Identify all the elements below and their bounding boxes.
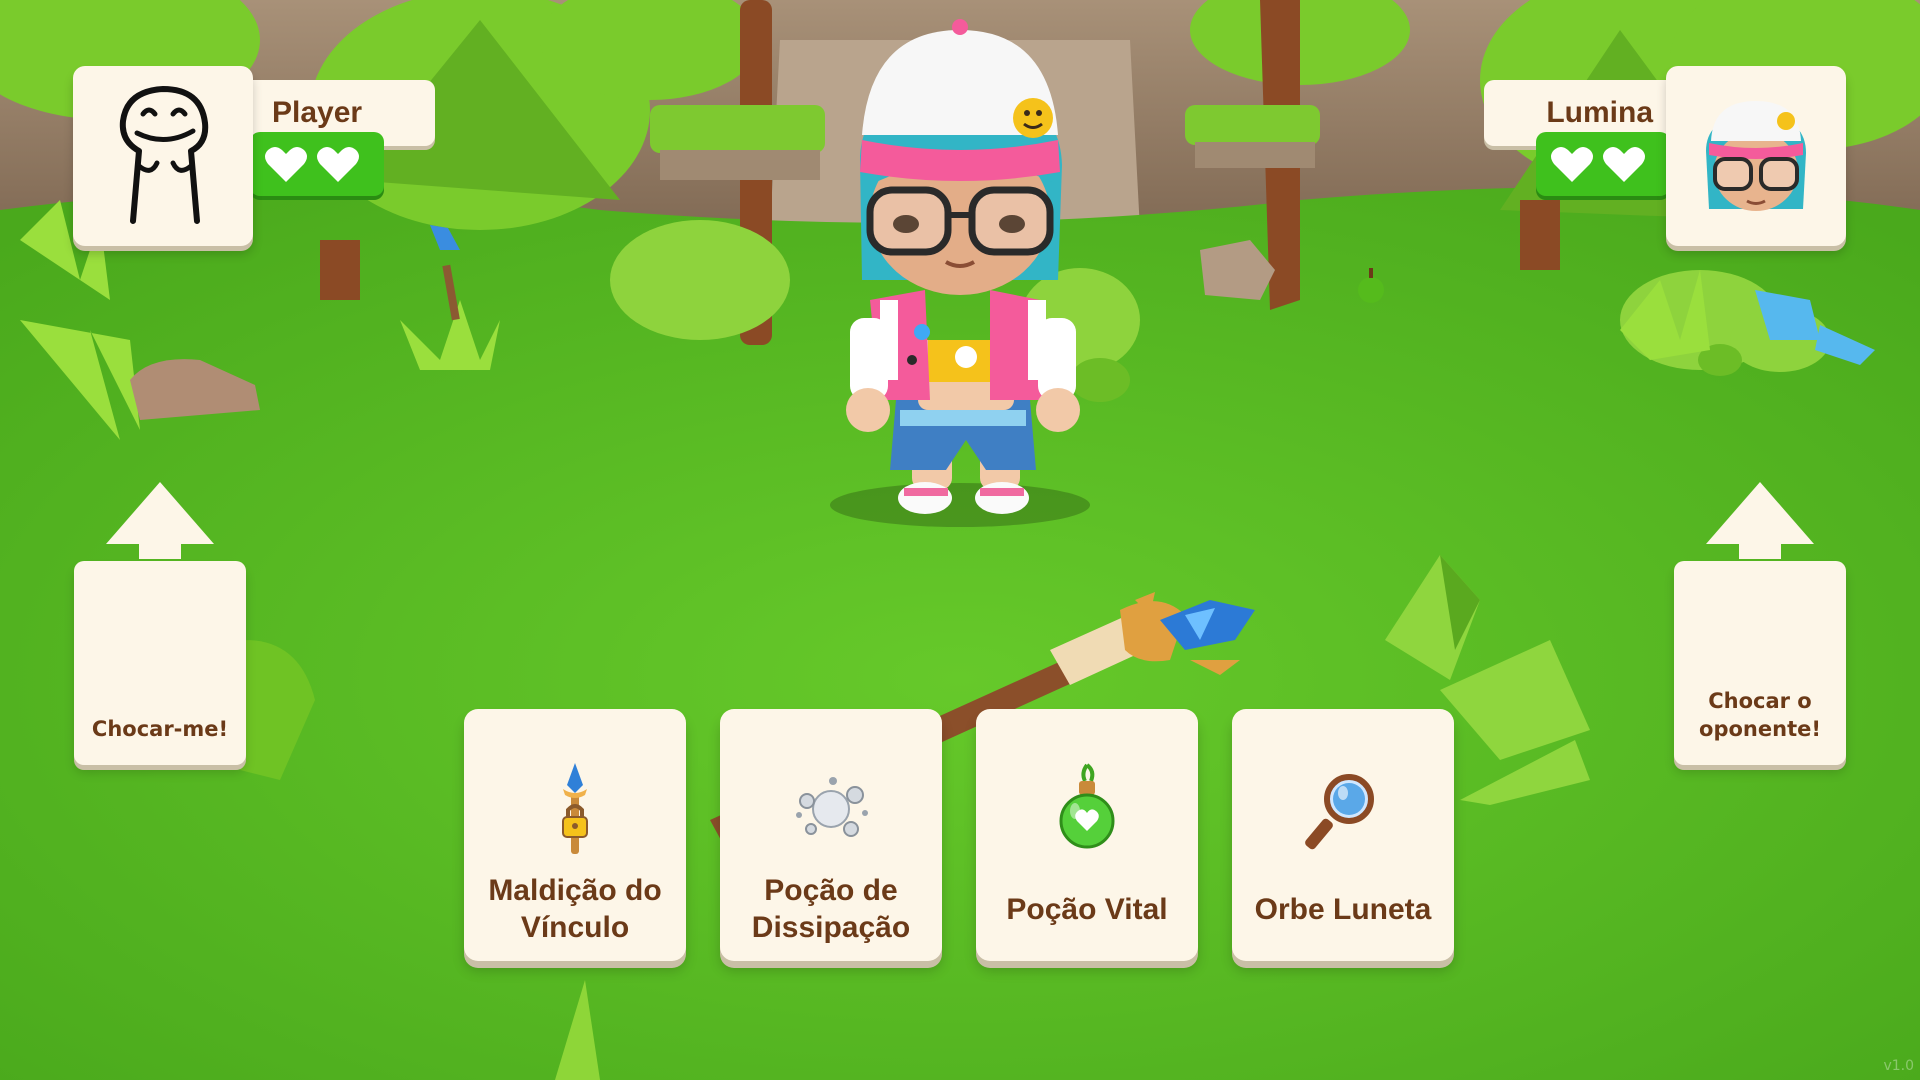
meme-face-drawing-icon — [119, 86, 209, 224]
binding-staff-lock-icon — [562, 763, 588, 854]
magnifier-orb-icon — [1305, 774, 1374, 850]
shock-self-button[interactable]: Chocar-me! — [74, 561, 246, 765]
heart-icon — [1551, 147, 1593, 182]
item-label: Maldição do Vínculo — [488, 874, 662, 944]
self-arrow-up-icon — [106, 482, 214, 544]
opponent-arrow-stem — [1739, 543, 1781, 559]
item-label: Poção Vital — [1006, 892, 1168, 926]
item-card-vital-potion[interactable]: Poção Vital — [976, 709, 1198, 961]
heart-icon — [265, 147, 307, 182]
shock-opponent-label: Chocar o oponente! — [1699, 689, 1821, 741]
version-label: v1.0 — [1883, 1058, 1914, 1074]
dissipation-smoke-icon — [796, 777, 868, 837]
player-avatar — [73, 66, 253, 246]
item-label: Poção de Dissipação — [751, 874, 911, 944]
opponent-hearts-bar — [1536, 132, 1670, 196]
item-card-spyglass-orb[interactable]: Orbe Luneta — [1232, 709, 1454, 961]
opponent-avatar — [1666, 66, 1846, 246]
heart-icon — [317, 147, 359, 182]
vital-potion-icon — [1059, 763, 1115, 849]
lumina-face-icon — [1706, 101, 1806, 211]
item-label: Orbe Luneta — [1254, 892, 1432, 926]
shock-self-label: Chocar-me! — [91, 717, 229, 741]
player-hearts-bar — [250, 132, 384, 196]
opponent-name: Lumina — [1546, 96, 1653, 129]
player-name: Player — [272, 96, 363, 129]
self-arrow-stem — [139, 543, 181, 559]
item-card-binding-curse[interactable]: Maldição do Vínculo — [464, 709, 686, 961]
heart-icon — [1603, 147, 1645, 182]
item-card-dissipation-potion[interactable]: Poção de Dissipação — [720, 709, 942, 961]
opponent-arrow-up-icon — [1706, 482, 1814, 544]
shock-opponent-button[interactable]: Chocar o oponente! — [1674, 561, 1846, 765]
